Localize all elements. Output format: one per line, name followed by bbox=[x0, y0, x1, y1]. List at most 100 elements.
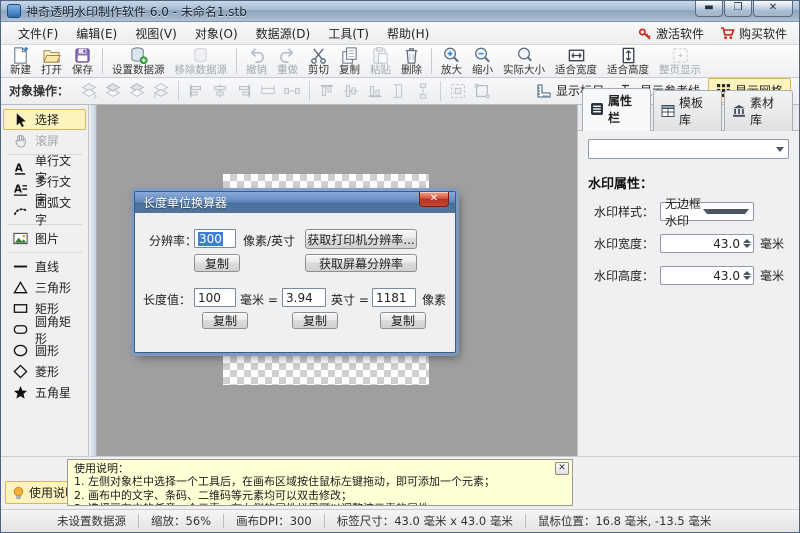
tool-arc-text[interactable]: 圆弧文字 bbox=[3, 200, 86, 221]
toolbar-separator bbox=[431, 48, 432, 74]
help-line: 使用说明： bbox=[74, 462, 552, 475]
element-selector-dropdown[interactable] bbox=[588, 139, 789, 159]
activate-software-link[interactable]: 激活软件 bbox=[638, 25, 704, 42]
send-backward-icon[interactable] bbox=[149, 80, 173, 102]
tool-line[interactable]: 直线 bbox=[3, 256, 86, 277]
menu-object[interactable]: 对象(O) bbox=[186, 22, 247, 45]
v-spacing-icon[interactable] bbox=[411, 80, 435, 102]
paste-button[interactable]: 粘贴 bbox=[365, 46, 396, 77]
copy-resolution-button[interactable]: 复制 bbox=[194, 254, 240, 272]
help-close-icon[interactable]: ✕ bbox=[555, 462, 569, 475]
h-spacing-icon[interactable] bbox=[280, 80, 304, 102]
cut-button[interactable]: 剪切 bbox=[303, 46, 334, 77]
redo-icon bbox=[278, 46, 297, 65]
tab-materials[interactable]: 素材库 bbox=[724, 90, 793, 131]
line-icon bbox=[12, 259, 29, 274]
spinner-arrows-icon[interactable] bbox=[743, 271, 751, 280]
canvas-splitter[interactable] bbox=[89, 105, 97, 456]
dialog-title: 长度单位换算器 bbox=[143, 194, 227, 211]
menu-file[interactable]: 文件(F) bbox=[9, 22, 67, 45]
inch-input[interactable]: 3.94 bbox=[282, 288, 326, 307]
chevron-down-icon bbox=[703, 209, 749, 214]
maximize-button[interactable]: ❒ bbox=[724, 1, 752, 17]
align-left-icon[interactable] bbox=[184, 80, 208, 102]
watermark-width-spinner[interactable]: 43.0 bbox=[660, 234, 754, 253]
minimize-button[interactable]: ▬ bbox=[695, 1, 723, 17]
fit-height-icon bbox=[619, 46, 638, 65]
align-bottom-icon[interactable] bbox=[363, 80, 387, 102]
resize-object-icon[interactable] bbox=[470, 80, 494, 102]
copy-inch-button[interactable]: 复制 bbox=[292, 312, 338, 329]
multi-text-icon: A bbox=[12, 182, 29, 197]
help-line: 3. 选择画布中的任意一个元素，在右侧的属性栏里可以调整该元素的属性。 bbox=[74, 502, 552, 506]
menu-edit[interactable]: 编辑(E) bbox=[67, 22, 126, 45]
undo-button[interactable]: 撤销 bbox=[241, 46, 272, 77]
get-printer-resolution-button[interactable]: 获取打印机分辨率... bbox=[305, 229, 417, 249]
bring-front-icon[interactable] bbox=[101, 80, 125, 102]
tool-rounded-rectangle[interactable]: 圆角矩形 bbox=[3, 319, 86, 340]
close-button[interactable]: ✕ bbox=[753, 1, 793, 17]
window-controls: ▬ ❒ ✕ bbox=[694, 1, 793, 17]
zoom-in-button[interactable]: 放大 bbox=[436, 46, 467, 77]
tab-templates[interactable]: 模板库 bbox=[653, 90, 722, 131]
mm-equals-label: 毫米 = bbox=[240, 291, 278, 308]
same-width-icon[interactable] bbox=[256, 80, 280, 102]
triangle-icon bbox=[12, 280, 29, 295]
pixel-input[interactable]: 1181 bbox=[372, 288, 416, 307]
menu-view[interactable]: 视图(V) bbox=[126, 22, 186, 45]
title-bar[interactable]: 神奇透明水印制作软件 6.0 - 未命名1.stb ▬ ❒ ✕ bbox=[1, 1, 799, 22]
dialog-title-bar[interactable]: 长度单位换算器 bbox=[135, 192, 455, 213]
rounded-rectangle-icon bbox=[12, 322, 29, 337]
magnifier-icon bbox=[515, 46, 534, 65]
tab-properties[interactable]: 属性栏 bbox=[582, 88, 651, 131]
save-button[interactable]: 保存 bbox=[67, 46, 98, 77]
same-height-icon[interactable] bbox=[387, 80, 411, 102]
actual-size-button[interactable]: 实际大小 bbox=[498, 46, 550, 77]
align-top-icon[interactable] bbox=[315, 80, 339, 102]
menu-tools[interactable]: 工具(T) bbox=[319, 22, 378, 45]
copy-mm-button[interactable]: 复制 bbox=[202, 312, 248, 329]
watermark-height-spinner[interactable]: 43.0 bbox=[660, 266, 754, 285]
mm-input[interactable]: 100 bbox=[194, 288, 236, 307]
redo-button[interactable]: 重做 bbox=[272, 46, 303, 77]
send-back-icon[interactable] bbox=[125, 80, 149, 102]
menu-datasource[interactable]: 数据源(D) bbox=[247, 22, 320, 45]
get-screen-resolution-button[interactable]: 获取屏幕分辨率 bbox=[305, 254, 417, 272]
watermark-style-dropdown[interactable]: 无边框水印 bbox=[660, 202, 754, 221]
align-center-h-icon[interactable] bbox=[208, 80, 232, 102]
status-zoom: 缩放：56% bbox=[139, 513, 223, 529]
set-datasource-button[interactable]: 设置数据源 bbox=[107, 46, 170, 77]
tool-triangle[interactable]: 三角形 bbox=[3, 277, 86, 298]
menu-help[interactable]: 帮助(H) bbox=[378, 22, 438, 45]
tool-pan[interactable]: 滚屏 bbox=[3, 130, 86, 151]
circle-icon bbox=[12, 343, 29, 358]
align-right-icon[interactable] bbox=[232, 80, 256, 102]
dialog-close-icon[interactable]: ✕ bbox=[419, 192, 449, 207]
align-middle-icon[interactable] bbox=[339, 80, 363, 102]
tool-diamond[interactable]: 菱形 bbox=[3, 361, 86, 382]
copy-pixel-button[interactable]: 复制 bbox=[380, 312, 426, 329]
ruler-icon bbox=[536, 83, 552, 99]
same-size-icon[interactable] bbox=[446, 80, 470, 102]
spinner-arrows-icon[interactable] bbox=[743, 239, 751, 248]
length-unit-converter-dialog: 长度单位换算器 ✕ 分辨率： 300 像素/英寸 获取打印机分辨率... 复制 … bbox=[134, 191, 456, 353]
tool-image[interactable]: 图片 bbox=[3, 228, 86, 249]
buy-software-link[interactable]: 购买软件 bbox=[720, 25, 787, 42]
help-line: 1. 左侧对象栏中选择一个工具后，在画布区域按住鼠标左键拖动，即可添加一个元素； bbox=[74, 475, 552, 488]
full-page-button[interactable]: 整页显示 bbox=[654, 46, 706, 77]
zoom-out-button[interactable]: 缩小 bbox=[467, 46, 498, 77]
fit-height-button[interactable]: 适合高度 bbox=[602, 46, 654, 77]
tool-select[interactable]: 选择 bbox=[3, 109, 86, 130]
resolution-input[interactable]: 300 bbox=[194, 229, 236, 248]
tool-panel: 选择 滚屏 A 单行文字 A 多行文字 圆弧文字 图片 bbox=[1, 105, 89, 456]
help-line: 2. 画布中的文字、条码、二维码等元素均可以双击修改； bbox=[74, 489, 552, 502]
open-folder-icon bbox=[42, 46, 61, 65]
tool-star[interactable]: 五角星 bbox=[3, 382, 86, 403]
new-button[interactable]: 新建 bbox=[5, 46, 36, 77]
bring-forward-icon[interactable] bbox=[77, 80, 101, 102]
remove-datasource-button[interactable]: 移除数据源 bbox=[170, 46, 233, 77]
fit-width-button[interactable]: 适合宽度 bbox=[550, 46, 602, 77]
delete-button[interactable]: 删除 bbox=[396, 46, 427, 77]
copy-button[interactable]: 复制 bbox=[334, 46, 365, 77]
open-button[interactable]: 打开 bbox=[36, 46, 67, 77]
